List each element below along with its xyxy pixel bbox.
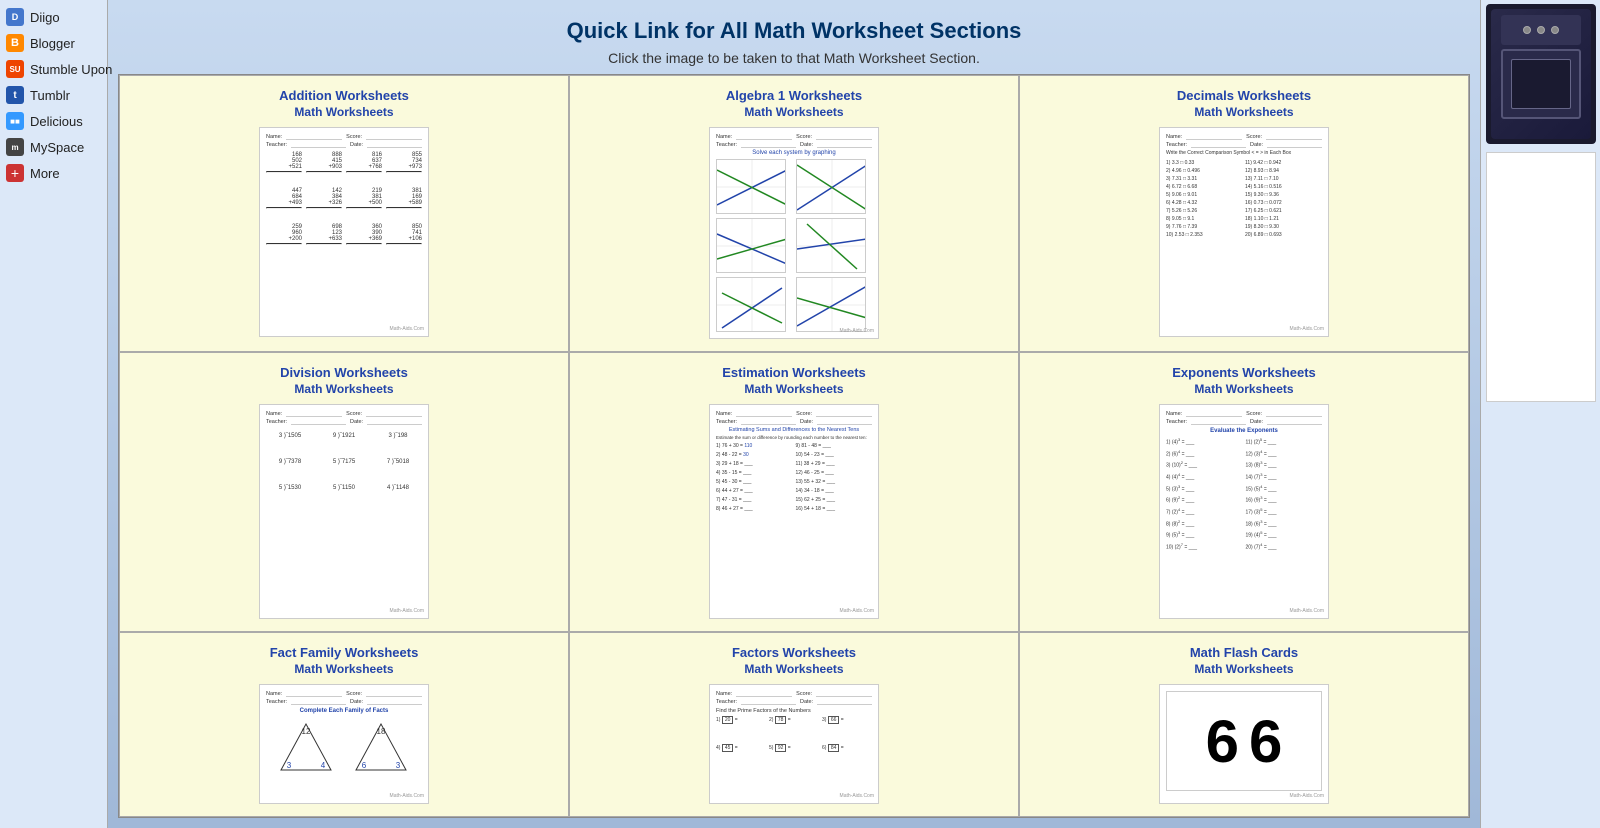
svg-text:3: 3 bbox=[287, 761, 292, 770]
ws-preview-estimation: Name:Score: Teacher:Date: Estimating Sum… bbox=[709, 404, 879, 619]
page-title: Quick Link for All Math Worksheet Sectio… bbox=[118, 18, 1470, 44]
right-sidebar bbox=[1480, 0, 1600, 828]
svg-text:12: 12 bbox=[302, 727, 311, 736]
grid-cell-factors[interactable]: Factors Worksheets Math Worksheets Name:… bbox=[569, 632, 1019, 817]
cell-subtitle-factfamily: Math Worksheets bbox=[294, 662, 393, 676]
ws-preview-exponents: Name:Score: Teacher:Date: Evaluate the E… bbox=[1159, 404, 1329, 619]
oven-top bbox=[1501, 15, 1581, 45]
cell-subtitle-estimation: Math Worksheets bbox=[744, 382, 843, 396]
ws-footer-decimals: Math-Aids.Com bbox=[1290, 326, 1324, 332]
stumbleupon-icon: SU bbox=[6, 60, 24, 78]
grid-cell-decimals[interactable]: Decimals Worksheets Math Worksheets Name… bbox=[1019, 75, 1469, 352]
oven-window bbox=[1511, 59, 1571, 109]
flashcard-display: 6 6 bbox=[1166, 691, 1322, 791]
grid-cell-estimation[interactable]: Estimation Worksheets Math Worksheets Na… bbox=[569, 352, 1019, 632]
ws-preview-factors: Name:Score: Teacher:Date: Find the Prime… bbox=[709, 684, 879, 804]
sidebar-label-tumblr: Tumblr bbox=[30, 88, 70, 103]
sidebar-label-diigo: Diigo bbox=[30, 10, 60, 25]
cell-title-division: Division Worksheets bbox=[280, 365, 408, 380]
ws-footer-flashcards: Math-Aids.Com bbox=[1290, 793, 1324, 799]
cell-subtitle-factors: Math Worksheets bbox=[744, 662, 843, 676]
grid-cell-algebra[interactable]: Algebra 1 Worksheets Math Worksheets Nam… bbox=[569, 75, 1019, 352]
grid-cell-exponents[interactable]: Exponents Worksheets Math Worksheets Nam… bbox=[1019, 352, 1469, 632]
cell-title-algebra: Algebra 1 Worksheets bbox=[726, 88, 862, 103]
svg-text:3: 3 bbox=[396, 761, 401, 770]
svg-text:18: 18 bbox=[377, 727, 386, 736]
cell-title-exponents: Exponents Worksheets bbox=[1172, 365, 1316, 380]
right-widget bbox=[1486, 4, 1596, 144]
sidebar-item-more[interactable]: + More bbox=[0, 160, 107, 186]
cell-title-decimals: Decimals Worksheets bbox=[1177, 88, 1311, 103]
diigo-icon: D bbox=[6, 8, 24, 26]
svg-text:4: 4 bbox=[321, 761, 326, 770]
ws-preview-decimals: Name:Score: Teacher:Date: Write the Corr… bbox=[1159, 127, 1329, 337]
ws-footer-addition: Math-Aids.Com bbox=[390, 326, 424, 332]
sidebar-label-delicious: Delicious bbox=[30, 114, 83, 129]
sidebar-item-tumblr[interactable]: t Tumblr bbox=[0, 82, 107, 108]
cell-title-factfamily: Fact Family Worksheets bbox=[270, 645, 419, 660]
flashcard-number-right: 6 bbox=[1249, 707, 1282, 776]
cell-title-addition: Addition Worksheets bbox=[279, 88, 409, 103]
more-icon: + bbox=[6, 164, 24, 182]
cell-subtitle-decimals: Math Worksheets bbox=[1194, 105, 1293, 119]
right-ad-space bbox=[1486, 152, 1596, 402]
cell-subtitle-exponents: Math Worksheets bbox=[1194, 382, 1293, 396]
sidebar-label-myspace: MySpace bbox=[30, 140, 84, 155]
cell-subtitle-algebra: Math Worksheets bbox=[744, 105, 843, 119]
ws-preview-algebra: Name:Score: Teacher:Date: Solve each sys… bbox=[709, 127, 879, 339]
sidebar-label-more: More bbox=[30, 166, 60, 181]
grid-cell-flashcards[interactable]: Math Flash Cards Math Worksheets 6 6 Mat… bbox=[1019, 632, 1469, 817]
ws-preview-addition: Name:Score: Teacher:Date: 168502+521 888… bbox=[259, 127, 429, 337]
cell-title-estimation: Estimation Worksheets bbox=[722, 365, 866, 380]
ws-preview-factfamily: Name:Score: Teacher:Date: Complete Each … bbox=[259, 684, 429, 804]
sidebar-label-blogger: Blogger bbox=[30, 36, 75, 51]
cell-title-flashcards: Math Flash Cards bbox=[1190, 645, 1298, 660]
page-subtitle: Click the image to be taken to that Math… bbox=[118, 50, 1470, 66]
ws-preview-flashcards: 6 6 Math-Aids.Com bbox=[1159, 684, 1329, 804]
worksheet-grid: Addition Worksheets Math Worksheets Name… bbox=[118, 74, 1470, 818]
oven-dial-3 bbox=[1551, 26, 1559, 34]
sidebar: D Diigo B Blogger SU Stumble Upon t Tumb… bbox=[0, 0, 108, 828]
flashcard-number-left: 6 bbox=[1206, 707, 1239, 776]
sidebar-item-diigo[interactable]: D Diigo bbox=[0, 4, 107, 30]
ws-footer-algebra: Math-Aids.Com bbox=[840, 328, 874, 334]
page-header: Quick Link for All Math Worksheet Sectio… bbox=[118, 0, 1470, 74]
tumblr-icon: t bbox=[6, 86, 24, 104]
ws-footer-factfamily: Math-Aids.Com bbox=[390, 793, 424, 799]
ws-footer-estimation: Math-Aids.Com bbox=[840, 608, 874, 614]
ws-footer-exponents: Math-Aids.Com bbox=[1290, 608, 1324, 614]
grid-cell-division[interactable]: Division Worksheets Math Worksheets Name… bbox=[119, 352, 569, 632]
ws-footer-factors: Math-Aids.Com bbox=[840, 793, 874, 799]
sidebar-label-stumbleupon: Stumble Upon bbox=[30, 62, 112, 77]
main-content: Quick Link for All Math Worksheet Sectio… bbox=[108, 0, 1480, 828]
ws-preview-division: Name:Score: Teacher:Date: 3 )‾1505 9 )‾1… bbox=[259, 404, 429, 619]
sidebar-item-stumbleupon[interactable]: SU Stumble Upon bbox=[0, 56, 107, 82]
ws-footer-division: Math-Aids.Com bbox=[390, 608, 424, 614]
oven-icon bbox=[1491, 9, 1591, 139]
grid-cell-factfamily[interactable]: Fact Family Worksheets Math Worksheets N… bbox=[119, 632, 569, 817]
cell-title-factors: Factors Worksheets bbox=[732, 645, 856, 660]
sidebar-item-delicious[interactable]: ■■ Delicious bbox=[0, 108, 107, 134]
cell-subtitle-flashcards: Math Worksheets bbox=[1194, 662, 1293, 676]
sidebar-item-myspace[interactable]: m MySpace bbox=[0, 134, 107, 160]
cell-subtitle-addition: Math Worksheets bbox=[294, 105, 393, 119]
oven-dial-2 bbox=[1537, 26, 1545, 34]
svg-text:6: 6 bbox=[362, 761, 367, 770]
oven-dial-1 bbox=[1523, 26, 1531, 34]
cell-subtitle-division: Math Worksheets bbox=[294, 382, 393, 396]
myspace-icon: m bbox=[6, 138, 24, 156]
delicious-icon: ■■ bbox=[6, 112, 24, 130]
sidebar-item-blogger[interactable]: B Blogger bbox=[0, 30, 107, 56]
grid-cell-addition[interactable]: Addition Worksheets Math Worksheets Name… bbox=[119, 75, 569, 352]
oven-door bbox=[1501, 49, 1581, 119]
blogger-icon: B bbox=[6, 34, 24, 52]
